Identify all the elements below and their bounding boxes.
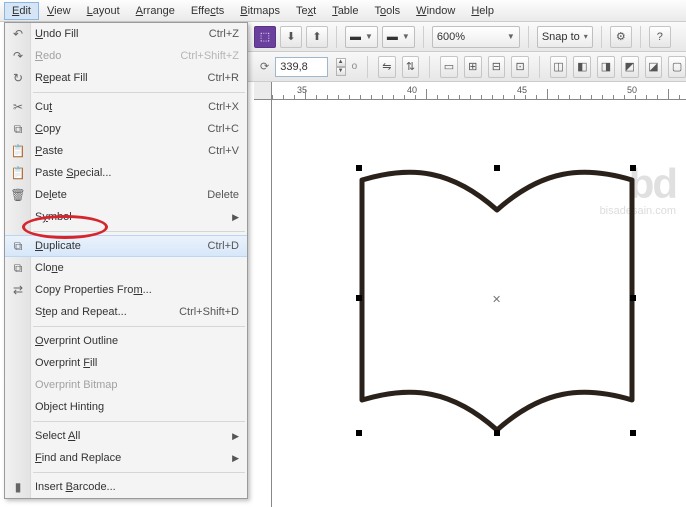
menu-duplicate[interactable]: ⧉DuplicateCtrl+D [5,235,247,257]
cut-icon: ✂ [9,100,27,114]
trim-button[interactable]: ◨ [597,56,615,78]
menu-undo[interactable]: ↶Undo FillCtrl+Z [5,23,247,45]
repeat-icon: ↻ [9,71,27,85]
clone-icon: ⧉ [9,261,27,276]
menu-overprint-bitmap: Overprint Bitmap [5,374,247,396]
redo-icon: ↷ [9,49,27,63]
menu-bitmaps[interactable]: Bitmaps [232,2,288,20]
menu-help[interactable]: Help [463,2,502,20]
menu-copy-properties[interactable]: ⇄Copy Properties From... [5,279,247,301]
boundary-button[interactable]: ▢ [668,56,686,78]
menu-object-hinting[interactable]: Object Hinting [5,396,247,418]
chevron-right-icon: ▶ [232,431,239,442]
options-button[interactable]: ⚙ [610,26,632,48]
main-toolbar: ⬚ ⬇ ⬆ ▬▼ ▬▼ 600%▼ Snap to▾ ⚙ ? [248,22,686,52]
chevron-right-icon: ▶ [232,212,239,223]
menu-text[interactable]: Text [288,2,324,20]
align-icon: ▬ [387,31,398,43]
menu-view[interactable]: View [39,2,79,20]
selection-handle[interactable] [630,295,636,301]
center-marker[interactable]: ✕ [492,293,501,306]
import-button[interactable]: ⬇ [280,26,302,48]
property-bar: ⟳ 339,8 ▲▼ o ⇋ ⇅ ▭ ⊞ ⊟ ⊡ ◫ ◧ ◨ ◩ ◪ ▢ [248,52,686,82]
zoom-value: 600% [437,31,503,43]
paste-special-icon: 📋 [9,166,27,180]
app-launcher-button[interactable]: ⬚ [254,26,276,48]
horizontal-ruler[interactable]: 35 40 45 50 [272,82,686,100]
menu-paste[interactable]: 📋PasteCtrl+V [5,140,247,162]
menu-copy[interactable]: ⧉CopyCtrl+C [5,118,247,140]
menu-overprint-outline[interactable]: Overprint Outline [5,330,247,352]
help-button[interactable]: ? [649,26,671,48]
menu-cut[interactable]: ✂CutCtrl+X [5,96,247,118]
menu-tools[interactable]: Tools [366,2,408,20]
degree-label: o [352,61,358,72]
undo-icon: ↶ [9,27,27,41]
edit-menu-panel: ↶Undo FillCtrl+Z ↷RedoCtrl+Shift+Z ↻Repe… [4,22,248,499]
menu-layout[interactable]: Layout [79,2,128,20]
ruler-origin[interactable] [254,82,272,100]
menu-redo: ↷RedoCtrl+Shift+Z [5,45,247,67]
paste-icon: 📋 [9,144,27,158]
intersect-button[interactable]: ◩ [621,56,639,78]
simplify-button[interactable]: ◪ [645,56,663,78]
menu-clone[interactable]: ⧉Clone [5,257,247,279]
vertical-ruler[interactable] [254,100,272,507]
menu-insert-barcode[interactable]: ▮Insert Barcode... [5,476,247,498]
weld-button[interactable]: ◧ [573,56,591,78]
rotation-field[interactable]: 339,8 [275,57,327,77]
align2-dropdown[interactable]: ▬▼ [382,26,415,48]
menu-table[interactable]: Table [324,2,366,20]
snap-to-label: Snap to [542,31,580,43]
chevron-down-icon: ▼ [365,32,373,41]
duplicate-icon: ⧉ [9,239,27,254]
menu-symbol[interactable]: Symbol▶ [5,206,247,228]
ungroup-button[interactable]: ⊟ [488,56,506,78]
menu-overprint-fill[interactable]: Overprint Fill [5,352,247,374]
menu-edit[interactable]: Edit [4,2,39,20]
menu-find-replace[interactable]: Find and Replace▶ [5,447,247,469]
selection-handle[interactable] [494,165,500,171]
ungroup-all-button[interactable]: ⊡ [511,56,529,78]
chevron-right-icon: ▶ [232,453,239,464]
menu-repeat[interactable]: ↻Repeat FillCtrl+R [5,67,247,89]
menu-select-all[interactable]: Select All▶ [5,425,247,447]
chevron-down-icon: ▼ [507,32,515,41]
menu-delete[interactable]: 🗑DeleteDelete [5,184,247,206]
chevron-down-icon: ▾ [584,32,588,41]
export-button[interactable]: ⬆ [306,26,328,48]
chevron-down-icon: ▼ [402,32,410,41]
group-button[interactable]: ⊞ [464,56,482,78]
delete-icon: 🗑 [9,188,27,202]
selection-handle[interactable] [630,165,636,171]
menu-arrange[interactable]: Arrange [128,2,183,20]
barcode-icon: ▮ [9,480,27,494]
menubar: Edit View Layout Arrange Effects Bitmaps… [0,0,686,22]
book-shape[interactable] [272,100,686,507]
order-button[interactable]: ▭ [440,56,458,78]
zoom-dropdown[interactable]: 600% ▼ [432,26,520,48]
menu-paste-special[interactable]: 📋Paste Special... [5,162,247,184]
snap-to-dropdown[interactable]: Snap to ▾ [537,26,593,48]
align-dropdown[interactable]: ▬▼ [345,26,378,48]
selection-handle[interactable] [630,430,636,436]
rotation-icon: ⟳ [260,60,269,73]
selection-handle[interactable] [356,165,362,171]
mirror-h-button[interactable]: ⇋ [378,56,396,78]
menu-effects[interactable]: Effects [183,2,232,20]
selection-handle[interactable] [356,430,362,436]
selection-handle[interactable] [356,295,362,301]
align-icon: ▬ [350,31,361,43]
drawing-canvas[interactable]: bd bisadesain.com ✕ [272,100,686,507]
menu-window[interactable]: Window [408,2,463,20]
combine-button[interactable]: ◫ [550,56,568,78]
copy-props-icon: ⇄ [9,283,27,297]
menu-step-repeat[interactable]: Step and Repeat...Ctrl+Shift+D [5,301,247,323]
mirror-v-button[interactable]: ⇅ [402,56,420,78]
selection-handle[interactable] [494,430,500,436]
copy-icon: ⧉ [9,122,27,137]
rotation-spinner[interactable]: ▲▼ [336,58,346,76]
